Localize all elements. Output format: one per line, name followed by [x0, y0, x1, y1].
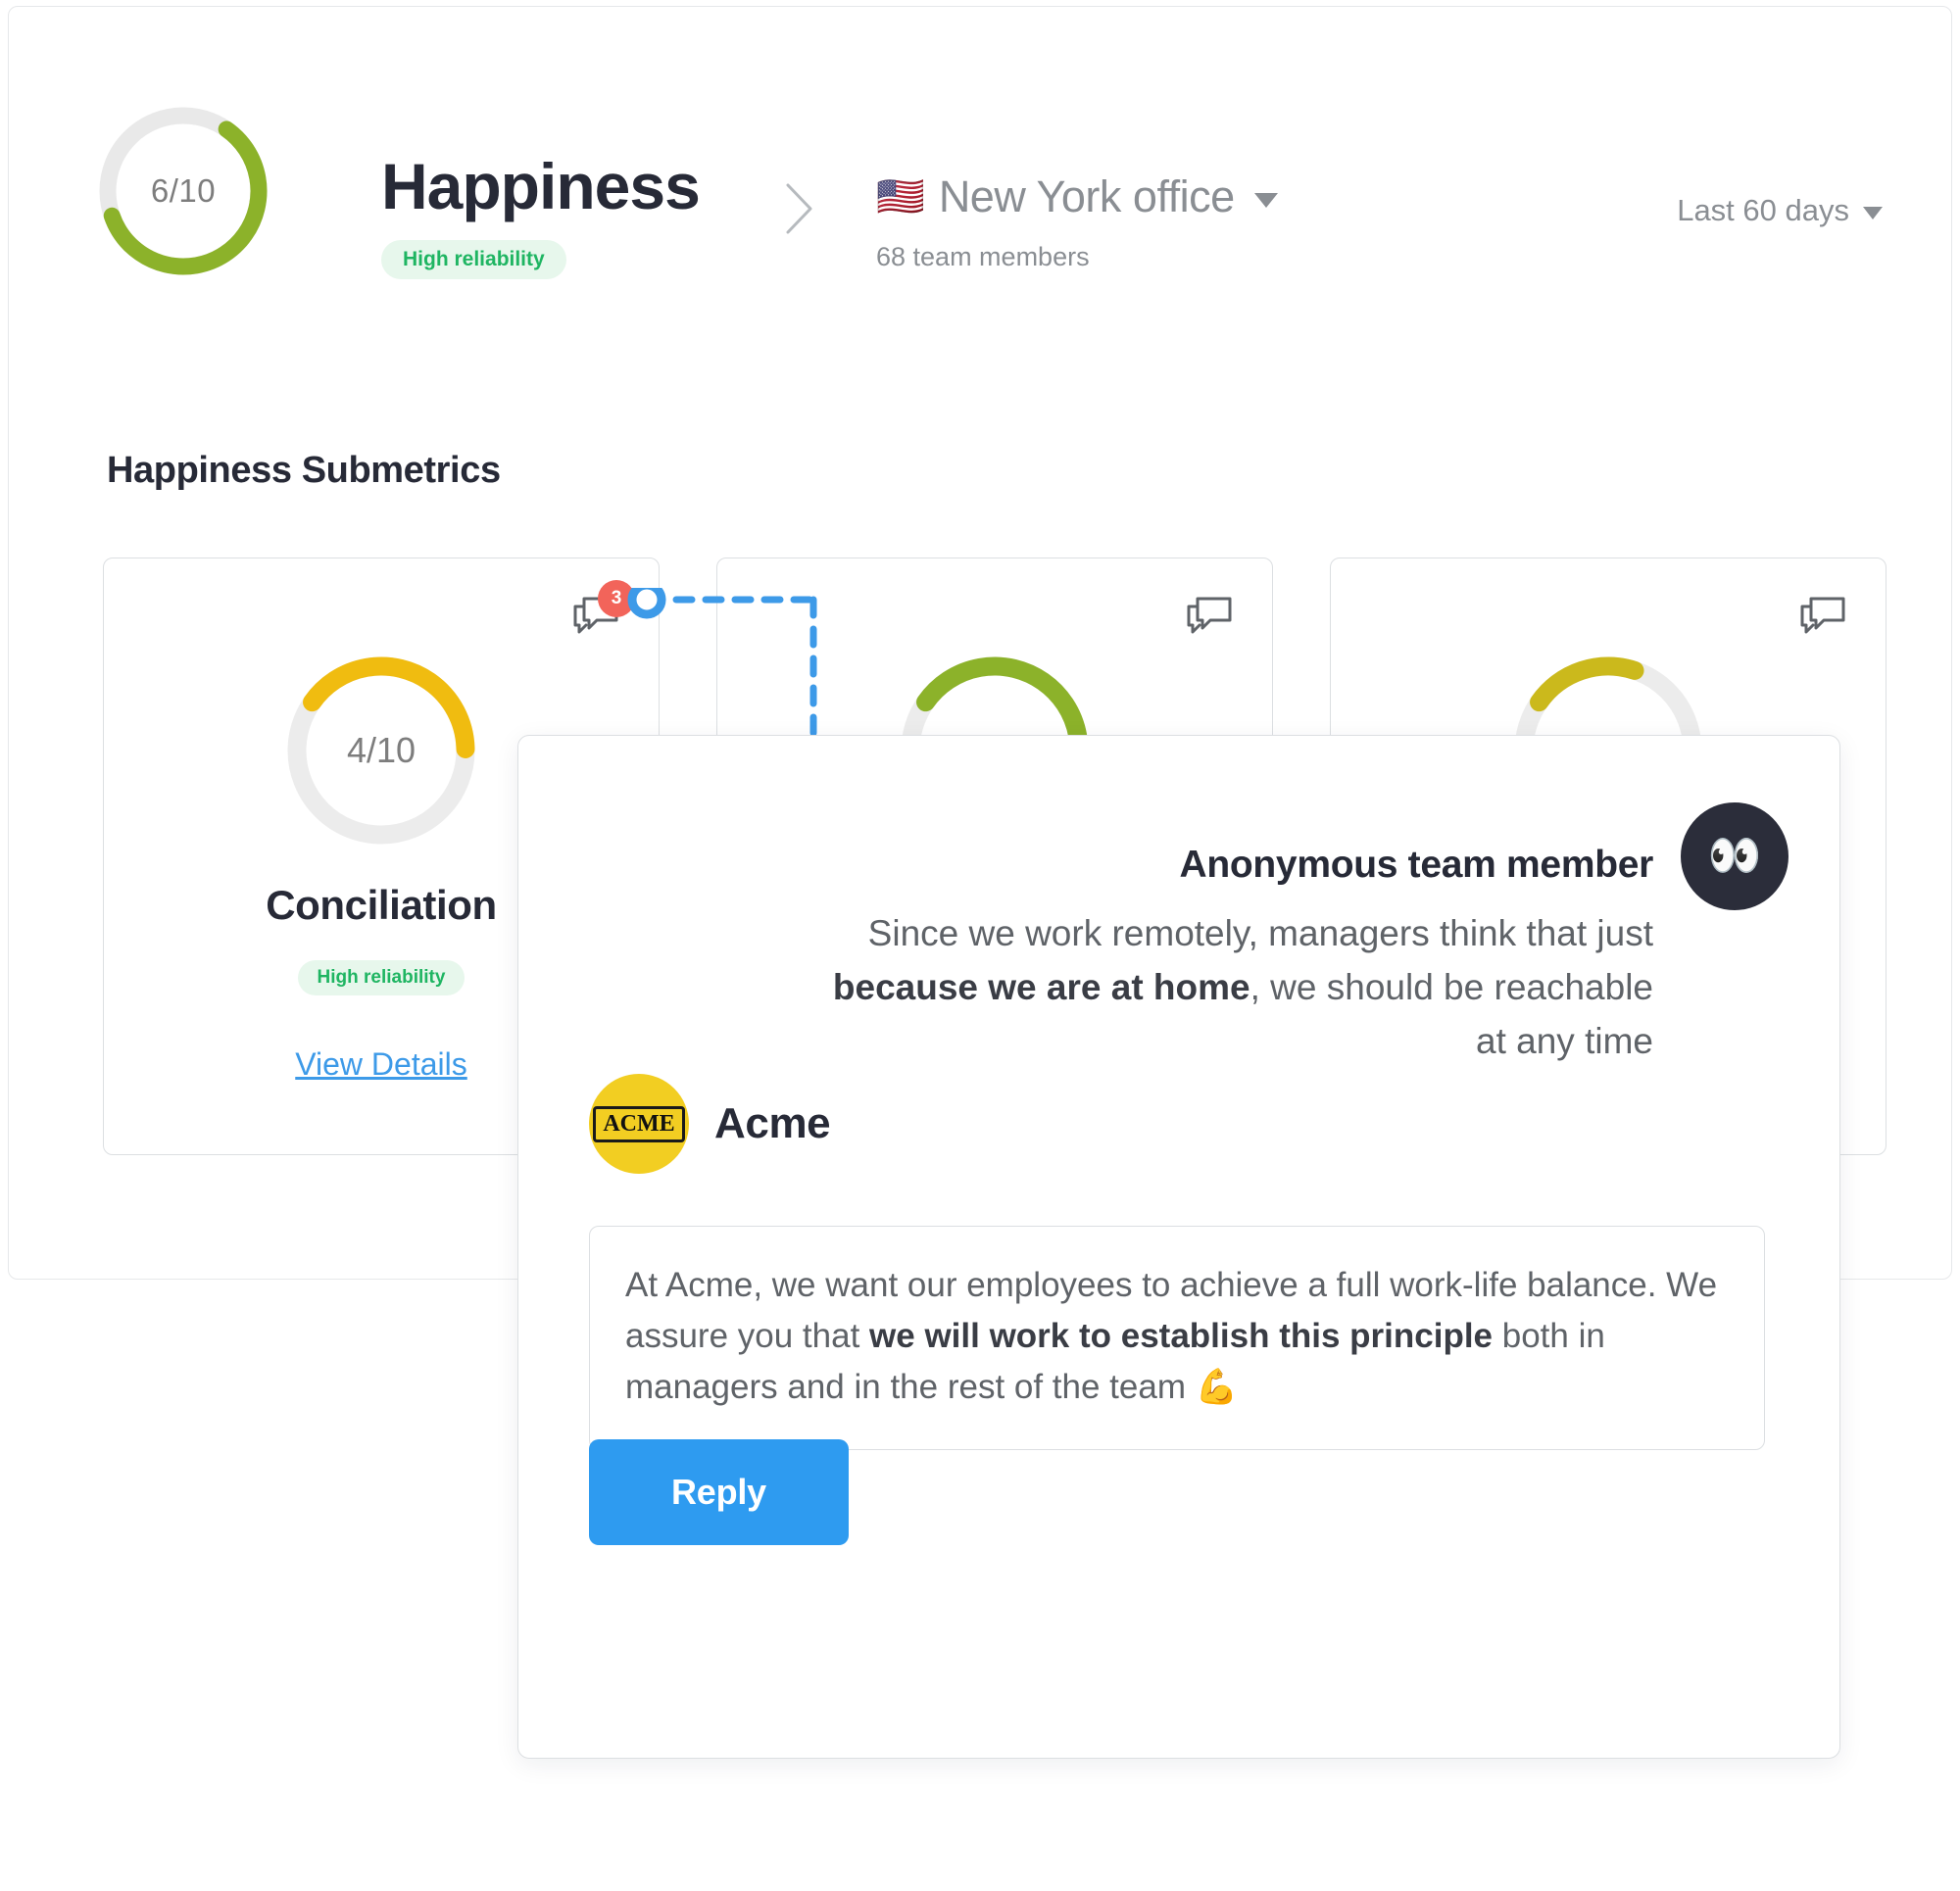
comment-popup: 👀 Anonymous team member Since we work re… — [517, 735, 1840, 1759]
reply-text-box[interactable]: At Acme, we want our employees to achiev… — [589, 1226, 1765, 1451]
team-member-count: 68 team members — [876, 242, 1090, 271]
dashboard-screen: 6/10 Happiness High reliability 🇺🇸 New Y… — [0, 0, 1960, 1891]
page-title-block: Happiness High reliability — [381, 150, 701, 279]
office-selector[interactable]: 🇺🇸 New York office 68 team members — [876, 171, 1278, 272]
reply-button[interactable]: Reply — [589, 1439, 849, 1545]
date-range-selector[interactable]: Last 60 days — [1677, 193, 1883, 228]
submetric-gauge: 4/10 — [283, 653, 479, 849]
submetrics-heading: Happiness Submetrics — [107, 450, 501, 491]
eyes-emoji-icon: 👀 — [1707, 832, 1762, 880]
comment-author-name: Anonymous team member — [1179, 844, 1654, 886]
submetric-score-value: 4/10 — [346, 730, 416, 770]
comments-icon[interactable]: 3 — [570, 580, 635, 637]
submetric-reliability-badge: High reliability — [297, 960, 466, 995]
avatar: 👀 — [1681, 802, 1788, 910]
comments-icon[interactable] — [1184, 594, 1235, 637]
chevron-down-icon — [1863, 207, 1883, 219]
comment-count-badge: 3 — [598, 580, 635, 617]
page-title: Happiness — [381, 150, 701, 222]
reply-text-bold: we will work to establish this principle — [869, 1316, 1494, 1355]
happiness-score-value: 6/10 — [150, 172, 217, 209]
brand-avatar: ACME — [589, 1074, 689, 1174]
office-name: New York office — [938, 171, 1235, 221]
view-details-link[interactable]: View Details — [295, 1046, 466, 1082]
flag-icon: 🇺🇸 — [876, 175, 925, 218]
date-range-label: Last 60 days — [1677, 193, 1849, 227]
brand-row: ACME Acme — [589, 1074, 831, 1174]
chevron-right-icon — [786, 183, 812, 234]
happiness-score-gauge: 6/10 — [95, 103, 271, 279]
page-header: 6/10 Happiness High reliability 🇺🇸 New Y… — [9, 7, 1951, 379]
brand-name: Acme — [714, 1099, 831, 1147]
acme-logo-icon: ACME — [593, 1105, 685, 1142]
comment-message-part1: Since we work remotely, managers think t… — [867, 913, 1653, 953]
comment-message: Since we work remotely, managers think t… — [810, 907, 1653, 1068]
comments-icon[interactable] — [1797, 594, 1848, 637]
comment-message-bold: because we are at home — [832, 966, 1250, 1007]
comment-message-part2: , we should be reachable at any time — [1250, 966, 1653, 1061]
reliability-badge: High reliability — [381, 240, 566, 279]
chevron-down-icon — [1253, 192, 1278, 208]
